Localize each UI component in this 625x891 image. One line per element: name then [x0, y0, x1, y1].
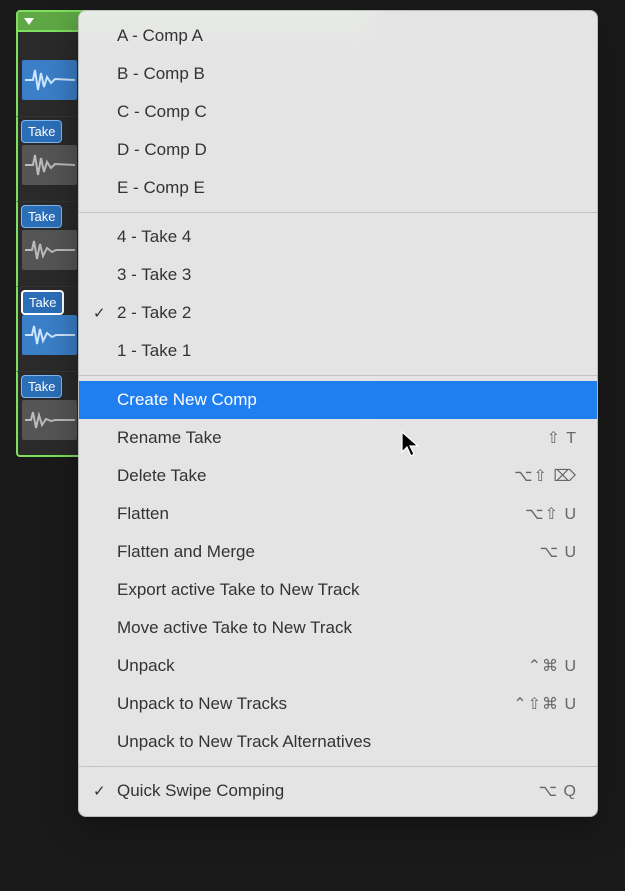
- menu-label: 2 - Take 2: [117, 303, 191, 323]
- menu-label: Export active Take to New Track: [117, 580, 360, 600]
- menu-label: B - Comp B: [117, 64, 205, 84]
- menu-item-flatten-merge[interactable]: Flatten and Merge ⌥ U: [79, 533, 597, 571]
- menu-item-move-take[interactable]: Move active Take to New Track: [79, 609, 597, 647]
- menu-item-unpack-alternatives[interactable]: Unpack to New Track Alternatives: [79, 723, 597, 761]
- menu-item-quick-swipe[interactable]: ✓ Quick Swipe Comping ⌥ Q: [79, 772, 597, 810]
- waveform-icon: [22, 230, 77, 270]
- menu-label: Unpack to New Track Alternatives: [117, 732, 371, 752]
- menu-label: Create New Comp: [117, 390, 257, 410]
- menu-item-take[interactable]: 3 - Take 3: [79, 256, 597, 294]
- menu-label: Delete Take: [117, 466, 206, 486]
- menu-item-flatten[interactable]: Flatten ⌥⇧ U: [79, 495, 597, 533]
- menu-item-take[interactable]: ✓ 2 - Take 2: [79, 294, 597, 332]
- menu-label: 4 - Take 4: [117, 227, 191, 247]
- take-folder-context-menu: A - Comp A B - Comp B C - Comp C D - Com…: [78, 10, 598, 817]
- menu-label: Rename Take: [117, 428, 222, 448]
- menu-item-comp[interactable]: B - Comp B: [79, 55, 597, 93]
- menu-label: Flatten and Merge: [117, 542, 255, 562]
- shortcut-label: ⌃⌘ U: [528, 656, 577, 676]
- menu-label: Unpack: [117, 656, 175, 676]
- waveform-icon: [22, 400, 77, 440]
- menu-item-comp[interactable]: E - Comp E: [79, 169, 597, 207]
- menu-label: Quick Swipe Comping: [117, 781, 284, 801]
- shortcut-label: ⌥⇧ ⌦: [514, 466, 577, 486]
- shortcut-label: ⌥⇧ U: [525, 504, 577, 524]
- menu-item-take[interactable]: 1 - Take 1: [79, 332, 597, 370]
- waveform-icon: [22, 315, 77, 355]
- menu-item-take[interactable]: 4 - Take 4: [79, 218, 597, 256]
- shortcut-label: ⌥ Q: [539, 781, 577, 801]
- menu-item-rename-take[interactable]: Rename Take ⇧ T: [79, 419, 597, 457]
- menu-label: Move active Take to New Track: [117, 618, 352, 638]
- shortcut-label: ⇧ T: [547, 428, 577, 448]
- menu-item-create-new-comp[interactable]: Create New Comp: [79, 381, 597, 419]
- menu-label: Unpack to New Tracks: [117, 694, 287, 714]
- menu-item-comp[interactable]: D - Comp D: [79, 131, 597, 169]
- checkmark-icon: ✓: [93, 782, 106, 800]
- menu-item-delete-take[interactable]: Delete Take ⌥⇧ ⌦: [79, 457, 597, 495]
- menu-item-export-take[interactable]: Export active Take to New Track: [79, 571, 597, 609]
- shortcut-label: ⌥ U: [540, 542, 577, 562]
- menu-separator: [79, 375, 597, 376]
- menu-label: A - Comp A: [117, 26, 203, 46]
- menu-label: D - Comp D: [117, 140, 207, 160]
- menu-label: Flatten: [117, 504, 169, 524]
- waveform-icon: [22, 60, 77, 100]
- take-label[interactable]: Take: [21, 290, 64, 315]
- menu-label: C - Comp C: [117, 102, 207, 122]
- disclosure-triangle-icon[interactable]: [24, 18, 34, 25]
- checkmark-icon: ✓: [93, 304, 106, 322]
- menu-label: E - Comp E: [117, 178, 205, 198]
- menu-label: 3 - Take 3: [117, 265, 191, 285]
- menu-item-comp[interactable]: C - Comp C: [79, 93, 597, 131]
- take-label[interactable]: Take: [21, 205, 62, 228]
- shortcut-label: ⌃⇧⌘ U: [513, 694, 577, 714]
- take-label[interactable]: Take: [21, 120, 62, 143]
- waveform-icon: [22, 145, 77, 185]
- menu-item-comp[interactable]: A - Comp A: [79, 17, 597, 55]
- menu-separator: [79, 212, 597, 213]
- menu-item-unpack[interactable]: Unpack ⌃⌘ U: [79, 647, 597, 685]
- menu-item-unpack-new-tracks[interactable]: Unpack to New Tracks ⌃⇧⌘ U: [79, 685, 597, 723]
- menu-label: 1 - Take 1: [117, 341, 191, 361]
- menu-separator: [79, 766, 597, 767]
- take-label[interactable]: Take: [21, 375, 62, 398]
